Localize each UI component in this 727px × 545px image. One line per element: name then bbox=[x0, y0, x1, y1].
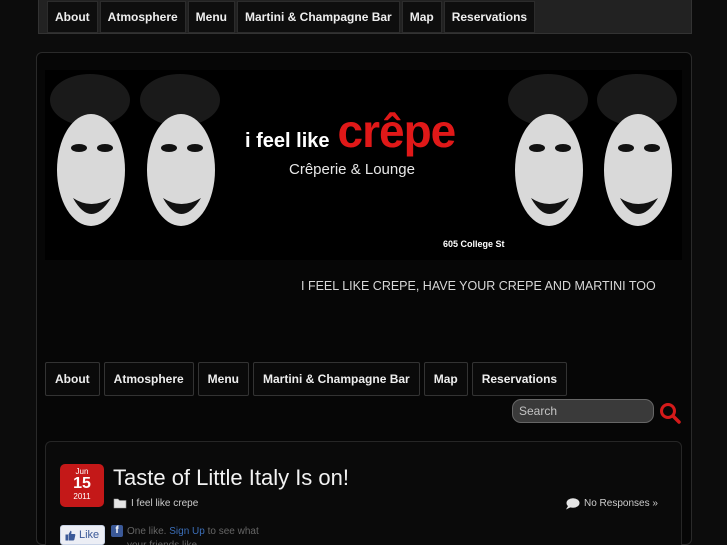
post-responses-link[interactable]: No Responses » bbox=[584, 498, 658, 509]
face-image-4 bbox=[597, 74, 677, 226]
main-nav-map[interactable]: Map bbox=[423, 362, 468, 396]
site-tagline: I FEEL LIKE CREPE, HAVE YOUR CREPE AND M… bbox=[301, 279, 656, 293]
face-image-2 bbox=[140, 74, 220, 226]
top-nav-map[interactable]: Map bbox=[401, 1, 442, 33]
main-nav: About Atmosphere Menu Martini & Champagn… bbox=[45, 362, 568, 396]
top-nav-atmosphere[interactable]: Atmosphere bbox=[99, 1, 186, 33]
face-image-3 bbox=[508, 74, 588, 226]
address-text: 605 College St bbox=[443, 239, 505, 249]
facebook-signup-link[interactable]: Sign Up bbox=[169, 526, 205, 537]
face-image-1 bbox=[50, 74, 130, 226]
facebook-icon: f bbox=[111, 525, 123, 537]
brand-small-text: i feel like bbox=[245, 130, 330, 152]
facebook-text-prefix: One like. bbox=[127, 526, 167, 537]
facebook-like-button[interactable]: Like bbox=[60, 525, 105, 545]
post-title[interactable]: Taste of Little Italy Is on! bbox=[113, 465, 349, 491]
main-nav-menu[interactable]: Menu bbox=[197, 362, 250, 396]
brand-big-text: crêpe bbox=[337, 105, 457, 157]
search-input[interactable] bbox=[512, 399, 654, 423]
search-icon[interactable] bbox=[659, 402, 681, 424]
top-nav: About Atmosphere Menu Martini & Champagn… bbox=[38, 0, 692, 34]
date-badge: Jun 15 2011 bbox=[60, 464, 104, 507]
main-nav-about[interactable]: About bbox=[45, 362, 100, 396]
comment-icon bbox=[566, 498, 580, 510]
main-nav-martini-bar[interactable]: Martini & Champagne Bar bbox=[253, 362, 420, 396]
facebook-like-label: Like bbox=[79, 529, 100, 541]
main-nav-reservations[interactable]: Reservations bbox=[471, 362, 568, 396]
brand-logo: i feel like crêpe bbox=[245, 104, 457, 158]
facebook-like-text: One like. Sign Up to see what your frien… bbox=[127, 525, 267, 545]
top-nav-menu[interactable]: Menu bbox=[187, 1, 236, 33]
folder-icon bbox=[113, 498, 127, 509]
main-nav-atmosphere[interactable]: Atmosphere bbox=[103, 362, 194, 396]
date-day: 15 bbox=[73, 475, 91, 492]
thumbs-up-icon bbox=[65, 530, 76, 540]
top-nav-martini-bar[interactable]: Martini & Champagne Bar bbox=[237, 1, 400, 33]
post-category-link[interactable]: I feel like crepe bbox=[131, 498, 198, 509]
top-nav-reservations[interactable]: Reservations bbox=[443, 1, 536, 33]
date-year: 2011 bbox=[73, 492, 91, 501]
brand-subtitle: Crêperie & Lounge bbox=[289, 161, 415, 178]
top-nav-about[interactable]: About bbox=[47, 1, 98, 33]
